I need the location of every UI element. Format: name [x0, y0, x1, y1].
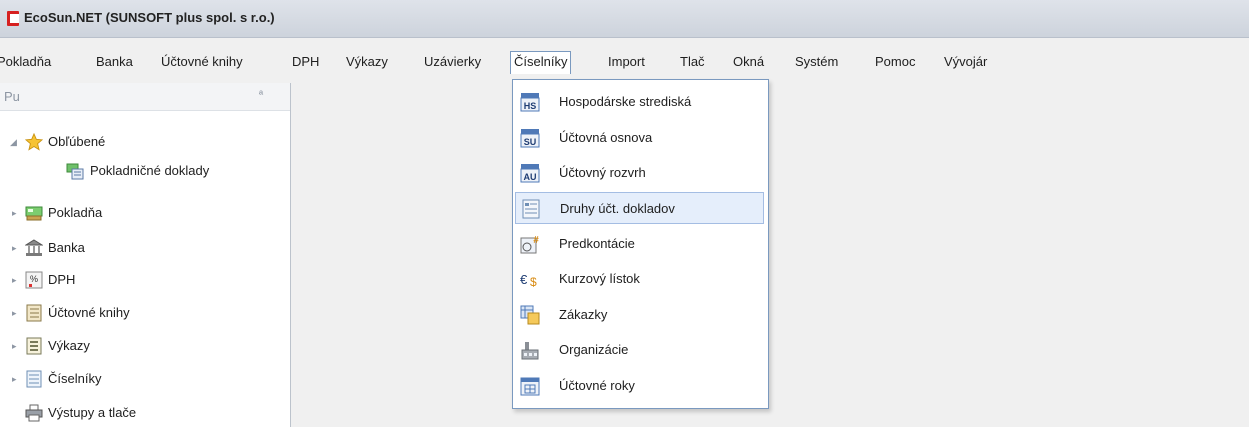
menu-banka[interactable]: Banka: [93, 52, 136, 72]
tree-item-pokladna[interactable]: ▸ Pokladňa: [0, 202, 290, 224]
tree-label-uctovne-knihy: Účtovné knihy: [48, 305, 130, 320]
collapse-arrow-icon[interactable]: ◢: [10, 131, 20, 153]
menu-vyvojar[interactable]: Vývojár: [941, 52, 990, 72]
expand-arrow-icon[interactable]: ▸: [12, 335, 22, 357]
menu-item-organizacie[interactable]: Organizácie: [515, 334, 764, 366]
hs-icon: HS: [520, 93, 540, 112]
menu-item-uctovna-osnova[interactable]: SU Účtovná osnova: [515, 122, 764, 154]
app-logo-icon: [7, 11, 19, 26]
menu-pokladna[interactable]: Pokladňa: [0, 52, 54, 72]
su-icon: SU: [520, 129, 540, 148]
au-icon: AU: [520, 164, 540, 183]
svg-text:AU: AU: [524, 172, 537, 182]
tree-label-pokladna: Pokladňa: [48, 205, 103, 220]
expand-arrow-icon[interactable]: ▸: [12, 302, 22, 324]
menu-ciselniky[interactable]: Číselníky: [510, 51, 572, 74]
pin-icon[interactable]: ª: [259, 89, 263, 101]
organization-icon: [521, 342, 539, 360]
menu-item-label: Hospodárske strediská: [559, 94, 692, 109]
menu-item-zakazky[interactable]: Zákazky: [515, 299, 764, 331]
tree-item-dph[interactable]: ▸ % DPH: [0, 269, 290, 291]
document-types-icon: [522, 199, 540, 219]
calendar-icon: [520, 377, 540, 396]
expand-arrow-icon[interactable]: ▸: [12, 269, 22, 291]
svg-text:HS: HS: [524, 101, 537, 111]
tree-label-vykazy: Výkazy: [48, 338, 90, 353]
menu-bar: Pokladňa Banka Účtovné knihy DPH Výkazy …: [0, 47, 1249, 79]
tree-label-banka: Banka: [48, 240, 85, 255]
menu-item-label: Zákazky: [559, 307, 608, 322]
ciselniky-dropdown-menu: HS Hospodárske strediská SU Účtovná osno…: [512, 79, 769, 409]
menu-item-label: Účtovný rozvrh: [559, 165, 646, 180]
report-icon: [26, 337, 42, 355]
menu-item-hospodarske-strediska[interactable]: HS Hospodárske strediská: [515, 86, 764, 118]
currency-icon: € $: [520, 272, 537, 289]
menu-item-predkontacie[interactable]: # Predkontácie: [515, 228, 764, 260]
printer-icon: [25, 404, 43, 422]
menu-okna[interactable]: Okná: [730, 52, 767, 72]
svg-text:$: $: [530, 275, 537, 289]
tree-label-pokladnicne-doklady: Pokladničné doklady: [90, 163, 210, 178]
menu-item-label: Organizácie: [559, 342, 629, 357]
menu-vykazy[interactable]: Výkazy: [343, 52, 391, 72]
expand-arrow-icon[interactable]: ▸: [12, 237, 22, 259]
list-icon: [26, 370, 42, 388]
tree-item-ciselniky[interactable]: ▸ Číselníky: [0, 368, 290, 390]
tree-label-ciselniky: Číselníky: [48, 371, 102, 386]
percent-icon: %: [25, 271, 43, 289]
svg-text:%: %: [30, 274, 38, 284]
bank-icon: [25, 239, 43, 256]
tree-item-uctovne-knihy[interactable]: ▸ Účtovné knihy: [0, 302, 290, 324]
tree-item-vykazy[interactable]: ▸ Výkazy: [0, 335, 290, 357]
main-area: [291, 83, 1249, 427]
tree-item-pokladnicne-doklady[interactable]: Pokladničné doklady: [0, 160, 290, 182]
menu-item-uctovne-roky[interactable]: Účtovné roky: [515, 370, 764, 402]
tree-label-vystupy-a-tlace: Výstupy a tlače: [48, 405, 137, 420]
title-bar: EcoSun.NET (SUNSOFT plus spol. s r.o.): [0, 0, 1249, 38]
menu-item-kurzovy-listok[interactable]: € $ Kurzový lístok: [515, 263, 764, 295]
svg-text:#: #: [533, 235, 539, 246]
svg-text:SU: SU: [524, 137, 537, 147]
tree-item-oblubene[interactable]: ◢ Obľúbené: [0, 131, 290, 153]
cash-document-icon: [66, 163, 84, 180]
menu-item-label: Druhy účt. dokladov: [560, 201, 675, 216]
expand-arrow-icon[interactable]: ▸: [12, 202, 22, 224]
menu-item-label: Účtovná osnova: [559, 130, 653, 145]
menu-item-label: Predkontácie: [559, 236, 635, 251]
window-title: EcoSun.NET (SUNSOFT plus spol. s r.o.): [24, 10, 275, 25]
tree-item-vystupy-a-tlace[interactable]: Výstupy a tlače: [0, 402, 290, 424]
tree-item-banka[interactable]: ▸ Banka: [0, 237, 290, 259]
panel-title: Pu: [4, 89, 20, 104]
menu-system[interactable]: Systém: [792, 52, 841, 72]
navigation-panel: Pu ª ◢ Obľúbené Pokladničné doklady ▸ Po…: [0, 83, 291, 427]
menu-tlac[interactable]: Tlač: [677, 52, 708, 72]
menu-uctovne-knihy[interactable]: Účtovné knihy: [158, 52, 246, 72]
star-icon: [25, 133, 43, 151]
menu-pomoc[interactable]: Pomoc: [872, 52, 918, 72]
menu-dph[interactable]: DPH: [289, 52, 322, 72]
tree-label-dph: DPH: [48, 272, 76, 287]
orders-icon: [520, 305, 540, 325]
tree-label-oblubene: Obľúbené: [48, 134, 106, 149]
menu-item-label: Účtovné roky: [559, 378, 635, 393]
expand-arrow-icon[interactable]: ▸: [12, 368, 22, 390]
cash-register-icon: [25, 206, 43, 221]
ledger-icon: [26, 304, 42, 322]
menu-item-druhy-uct-dokladov[interactable]: Druhy účt. dokladov: [515, 192, 764, 224]
panel-header: Pu ª: [0, 83, 290, 111]
menu-uzavierky[interactable]: Uzávierky: [421, 52, 484, 72]
svg-text:€: €: [520, 272, 528, 287]
menu-item-label: Kurzový lístok: [559, 271, 640, 286]
predkontacie-icon: #: [520, 235, 539, 254]
menu-import[interactable]: Import: [605, 52, 648, 72]
menu-item-uctovny-rozvrh[interactable]: AU Účtovný rozvrh: [515, 157, 764, 189]
